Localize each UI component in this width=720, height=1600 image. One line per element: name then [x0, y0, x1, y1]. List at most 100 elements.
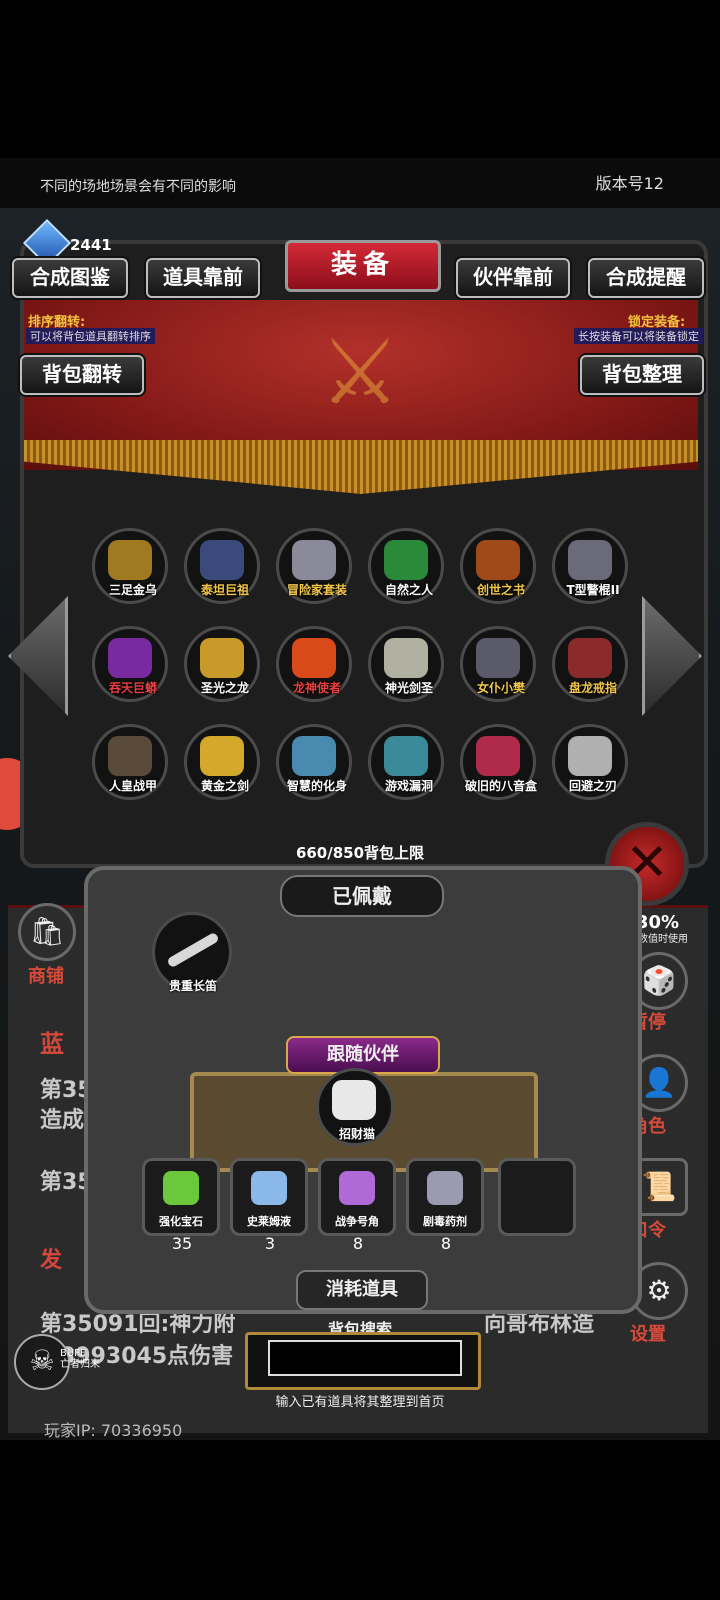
item-name: 盘龙戒指 [568, 681, 617, 695]
inventory-item[interactable]: 神光剑圣 [368, 626, 444, 702]
inventory-item[interactable]: 自然之人 [368, 528, 444, 604]
shop-label[interactable]: 商铺 [28, 962, 64, 988]
item-name: 游戏漏洞 [384, 779, 433, 793]
tab-items-first[interactable]: 道具靠前 [146, 258, 260, 298]
crossed-swords-icon: ⚔ [319, 320, 401, 425]
shop-icon[interactable]: 🛍 [18, 903, 76, 961]
item-art-icon [568, 638, 612, 678]
consumable-count: 35 [171, 1234, 193, 1253]
version-label: 版本号12 [595, 174, 664, 193]
inventory-item[interactable]: 创世之书 [460, 528, 536, 604]
inventory-item[interactable]: 黄金之剑 [184, 724, 260, 800]
consumable-icon [251, 1171, 287, 1205]
item-art-icon [568, 736, 612, 776]
log-line-red: 蓝 [40, 1030, 64, 1058]
organize-bag-button[interactable]: 背包整理 [580, 355, 704, 395]
log-line: 造成 [40, 1108, 85, 1133]
scene-tip: 不同的场地场景会有不同的影响 [40, 179, 236, 195]
item-name: 黄金之剑 [200, 779, 249, 793]
search-hint: 输入已有道具将其整理到首页 [275, 1395, 445, 1410]
flip-bag-button[interactable]: 背包翻转 [20, 355, 144, 395]
tab-partners-first[interactable]: 伙伴靠前 [456, 258, 570, 298]
inventory-item[interactable]: T型警棍II [552, 528, 628, 604]
lucky-cat-icon [332, 1080, 376, 1120]
item-name: 神光剑圣 [384, 681, 433, 695]
item-art-icon [476, 736, 520, 776]
consumable-name: 剧毒药剂 [423, 1215, 467, 1228]
item-name: 女仆小樊 [476, 681, 525, 695]
item-art-icon [384, 736, 428, 776]
partner-slot[interactable]: 招财猫 [316, 1068, 394, 1146]
consumable-slot[interactable]: 强化宝石 [142, 1158, 220, 1236]
buff-label: BUFF 亡者归来 [60, 1348, 100, 1370]
item-art-icon [292, 638, 336, 678]
inventory-item[interactable]: 泰坦巨祖 [184, 528, 260, 604]
item-art-icon [476, 638, 520, 678]
equipped-item-slot[interactable]: 贵重长笛 [152, 912, 232, 993]
tab-synthesis-reminder[interactable]: 合成提醒 [588, 258, 704, 298]
item-art-icon [384, 540, 428, 580]
inventory-item[interactable]: 三足金乌 [92, 528, 168, 604]
consumable-icon [339, 1171, 375, 1205]
item-art-icon [292, 540, 336, 580]
log-line-red: 发 [40, 1248, 63, 1273]
consumable-icon [163, 1171, 199, 1205]
item-name: T型警棍II [566, 583, 620, 597]
item-art-icon [108, 736, 152, 776]
item-name: 破旧的八音盒 [464, 779, 537, 793]
item-name: 三足金乌 [108, 583, 157, 597]
item-art-icon [108, 540, 152, 580]
inventory-item[interactable]: 吞天巨蟒 [92, 626, 168, 702]
inventory-item[interactable]: 冒险家套装 [276, 528, 352, 604]
consumable-slot[interactable]: 史莱姆液 [230, 1158, 308, 1236]
item-name: 冒险家套装 [286, 583, 347, 597]
gem-count: 2441 [70, 236, 112, 254]
item-name: 智慧的化身 [286, 779, 347, 793]
bag-search-input[interactable] [268, 1340, 462, 1376]
item-name: 龙神使者 [292, 681, 341, 695]
inventory-item[interactable]: 智慧的化身 [276, 724, 352, 800]
inventory-item[interactable]: 圣光之龙 [184, 626, 260, 702]
inventory-item[interactable]: 破旧的八音盒 [460, 724, 537, 800]
item-name: 回避之刃 [568, 779, 617, 793]
flute-icon [166, 931, 220, 969]
equipped-item-name: 贵重长笛 [168, 979, 217, 993]
item-art-icon [292, 736, 336, 776]
partner-name: 招财猫 [338, 1127, 375, 1141]
inventory-item[interactable]: 盘龙戒指 [552, 626, 628, 702]
consumable-count: 3 [264, 1234, 276, 1253]
equipped-title: 已佩戴 [280, 875, 444, 917]
buff-sub: 亡者归来 [60, 1359, 100, 1370]
inventory-item[interactable]: 回避之刃 [552, 724, 628, 800]
inventory-item[interactable]: 游戏漏洞 [368, 724, 444, 800]
consumable-name: 史莱姆液 [247, 1215, 291, 1228]
item-art-icon [384, 638, 428, 678]
consumable-slot[interactable]: 战争号角 [318, 1158, 396, 1236]
item-name: 泰坦巨祖 [200, 583, 249, 597]
inventory-item[interactable]: 女仆小樊 [460, 626, 536, 702]
item-name: 自然之人 [384, 583, 433, 597]
inventory-item[interactable]: 龙神使者 [276, 626, 352, 702]
panel-title: 装备 [285, 240, 441, 292]
item-art-icon [108, 638, 152, 678]
buff-title: BUFF [60, 1348, 86, 1359]
consumables-title: 消耗道具 [296, 1270, 428, 1310]
consumable-name: 战争号角 [335, 1215, 379, 1228]
item-name: 吞天巨蟒 [108, 681, 157, 695]
item-art-icon [200, 736, 244, 776]
consumable-name: 强化宝石 [159, 1215, 203, 1228]
item-name: 人皇战甲 [108, 779, 157, 793]
item-art-icon [476, 540, 520, 580]
consumable-count: 8 [440, 1234, 452, 1253]
empty-consumable-slot[interactable] [498, 1158, 576, 1236]
player-ip: 玩家IP: 70336950 [44, 1421, 183, 1440]
tab-synthesis-guide[interactable]: 合成图鉴 [12, 258, 128, 298]
lock-note-sub: 长按装备可以将装备锁定 [574, 328, 703, 344]
item-art-icon [200, 638, 244, 678]
item-art-icon [200, 540, 244, 580]
consumable-count: 8 [352, 1234, 364, 1253]
consumable-slot[interactable]: 剧毒药剂 [406, 1158, 484, 1236]
inventory-item[interactable]: 人皇战甲 [92, 724, 168, 800]
consumable-icon [427, 1171, 463, 1205]
item-art-icon [568, 540, 612, 580]
